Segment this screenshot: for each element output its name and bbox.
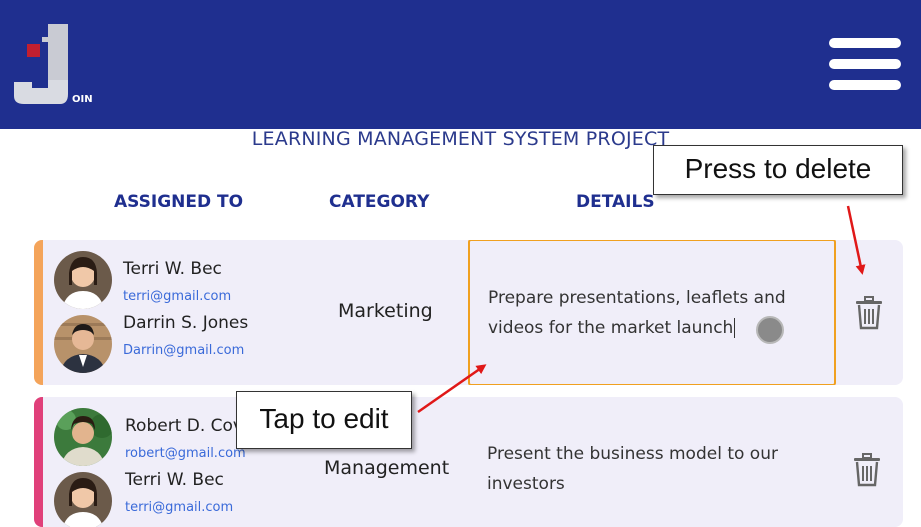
task-category: Marketing: [338, 300, 433, 322]
hamburger-icon-bar: [829, 59, 901, 69]
column-header-assigned-to: ASSIGNED TO: [114, 192, 244, 212]
assignee-name: Robert D. Cov: [125, 416, 243, 436]
app-logo[interactable]: OIN: [12, 22, 102, 107]
assignee-email[interactable]: terri@gmail.com: [123, 289, 231, 304]
task-details-text[interactable]: Present the business model to our invest…: [487, 439, 807, 499]
avatar: [54, 315, 112, 373]
assignee-email[interactable]: Darrin@gmail.com: [123, 343, 244, 358]
task-card[interactable]: Terri W. Bec terri@gmail.com Darrin S. J…: [34, 240, 903, 385]
svg-text:OIN: OIN: [72, 94, 93, 105]
top-bar: OIN: [0, 0, 921, 129]
hamburger-icon-bar: [829, 38, 901, 48]
assignee-email[interactable]: robert@gmail.com: [125, 446, 246, 461]
column-header-details: DETAILS: [576, 192, 655, 212]
hamburger-icon-bar: [829, 80, 901, 90]
assignee-name: Terri W. Bec: [125, 470, 224, 490]
callout-tap-to-edit: Tap to edit: [236, 391, 412, 449]
assignee-email[interactable]: terri@gmail.com: [125, 500, 233, 515]
menu-button[interactable]: [829, 38, 901, 90]
details-edit-field[interactable]: Prepare presentations, leaflets and vide…: [468, 240, 836, 385]
avatar: [54, 408, 112, 466]
task-category: Management: [324, 457, 450, 479]
assignee-name: Terri W. Bec: [123, 259, 222, 279]
trash-icon[interactable]: [852, 453, 882, 487]
touch-indicator: [756, 316, 784, 344]
trash-icon[interactable]: [854, 296, 884, 330]
card-accent-bar: [34, 240, 43, 385]
avatar: [54, 251, 112, 309]
card-accent-bar: [34, 397, 43, 527]
column-header-category: CATEGORY: [329, 192, 430, 212]
assignee-name: Darrin S. Jones: [123, 313, 249, 333]
callout-press-to-delete: Press to delete: [653, 145, 903, 195]
text-cursor: [734, 318, 735, 338]
task-card[interactable]: Robert D. Cov robert@gmail.com Terri W. …: [34, 397, 903, 527]
